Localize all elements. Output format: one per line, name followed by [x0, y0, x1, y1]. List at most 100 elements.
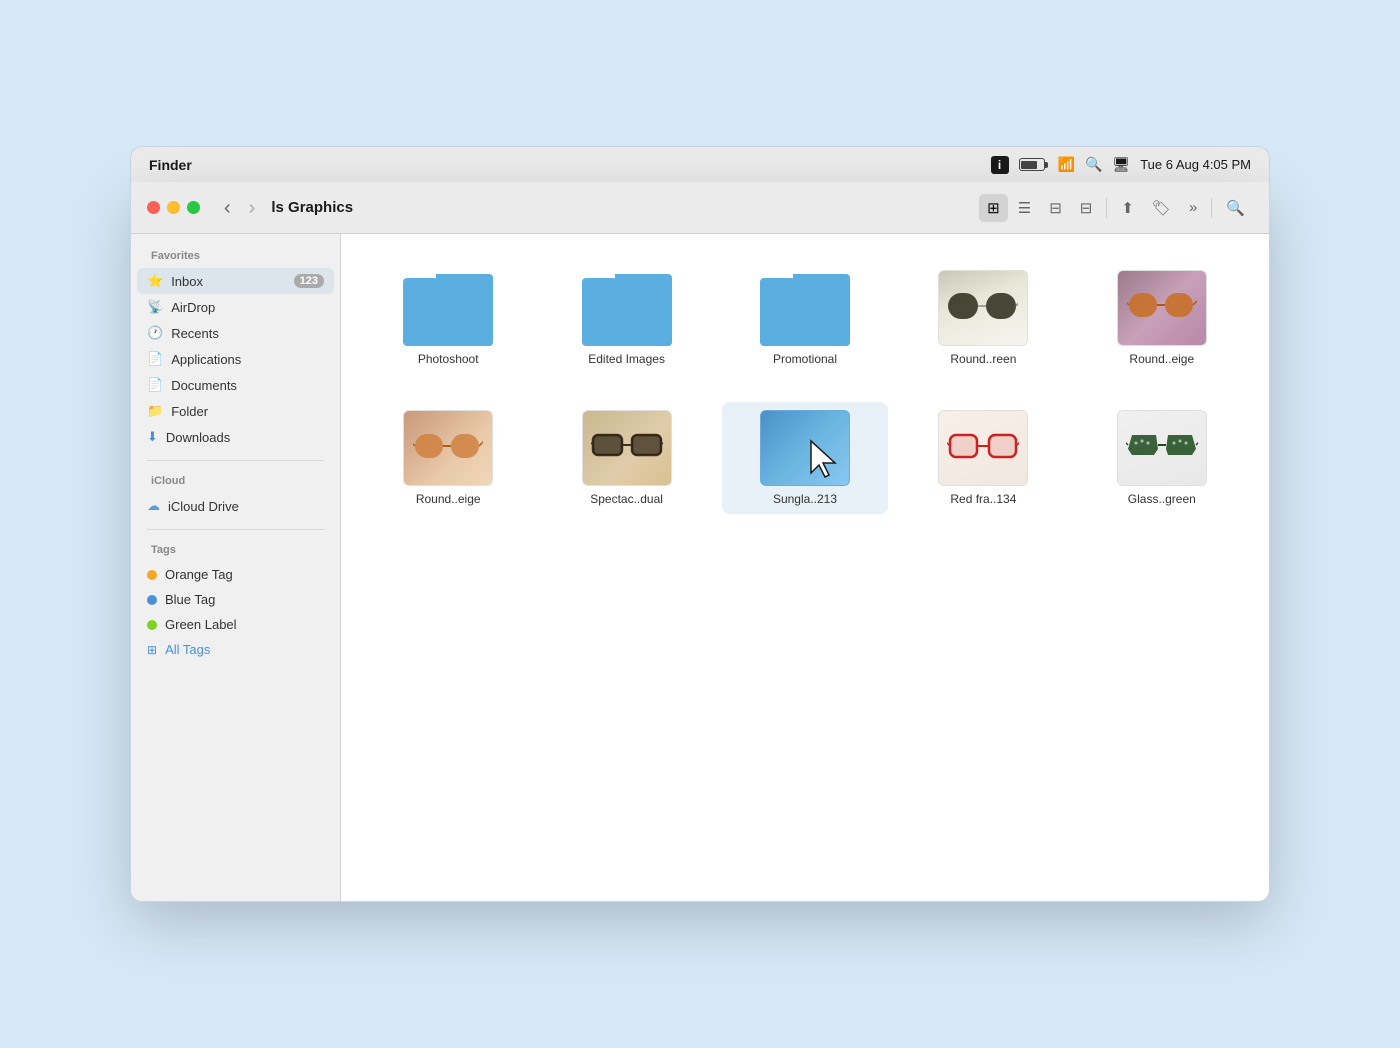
image-spectac-thumb: [582, 410, 672, 486]
sidebar-item-documents[interactable]: 📄 Documents: [137, 372, 334, 398]
sidebar: Favorites ⭐ Inbox 123 📡 AirDrop 🕐 Recent…: [131, 234, 341, 901]
wifi-icon: 📶: [1058, 156, 1075, 173]
sidebar-item-airdrop[interactable]: 📡 AirDrop: [137, 294, 334, 320]
image-redfra-thumb: [938, 410, 1028, 486]
close-button[interactable]: [147, 201, 160, 214]
list-item[interactable]: Photoshoot: [365, 262, 531, 374]
file-label: Glass..green: [1128, 492, 1196, 506]
file-grid: Photoshoot Edited Images: [365, 262, 1245, 514]
sidebar-item-icloud-drive[interactable]: ☁ iCloud Drive: [137, 493, 334, 519]
airdrop-icon: 📡: [147, 299, 163, 315]
list-item[interactable]: Red fra..134: [900, 402, 1066, 514]
info-icon[interactable]: i: [991, 156, 1009, 174]
blue-tag-dot: [147, 595, 157, 605]
sidebar-item-recents-label: Recents: [171, 326, 324, 341]
sidebar-item-green-label[interactable]: Green Label: [137, 612, 334, 637]
list-item[interactable]: Edited Images: [543, 262, 709, 374]
file-label: Photoshoot: [418, 352, 479, 366]
sidebar-item-all-tags[interactable]: ⊞ All Tags: [137, 637, 334, 662]
forward-button[interactable]: ›: [243, 196, 262, 220]
favorites-section-title: Favorites: [131, 246, 340, 268]
sidebar-item-applications-label: Applications: [171, 352, 324, 367]
folder-photoshoot-icon: [403, 270, 493, 346]
icon-view-button[interactable]: ⊞: [979, 194, 1008, 222]
column-view-button[interactable]: ⊟: [1041, 194, 1070, 222]
image-round-green-thumb: [938, 270, 1028, 346]
toolbar-actions: ⊞ ☰ ⊟ ⊟ ⬆ 🏷 » 🔍: [979, 194, 1253, 222]
file-label: Red fra..134: [950, 492, 1016, 506]
list-item[interactable]: Round..eige: [1079, 262, 1245, 374]
finder-window: ‹ › ls Graphics ⊞ ☰ ⊟ ⊟ ⬆ 🏷 » 🔍 Favorite…: [130, 182, 1270, 902]
sidebar-item-icloud-label: iCloud Drive: [168, 499, 324, 514]
icloud-section-title: iCloud: [131, 471, 340, 493]
list-item[interactable]: Spectac..dual: [543, 402, 709, 514]
list-item[interactable]: Round..reen: [900, 262, 1066, 374]
back-button[interactable]: ‹: [218, 196, 237, 220]
green-tag-dot: [147, 620, 157, 630]
documents-icon: 📄: [147, 377, 163, 393]
display-icon: 🖥: [1112, 156, 1130, 173]
downloads-icon: ⬇: [147, 429, 158, 445]
sidebar-item-documents-label: Documents: [171, 378, 324, 393]
green-label-label: Green Label: [165, 617, 237, 632]
file-label: Round..eige: [416, 492, 481, 506]
all-tags-label: All Tags: [165, 642, 210, 657]
all-tags-icon: ⊞: [147, 643, 157, 657]
file-label: Edited Images: [588, 352, 665, 366]
menu-datetime: Tue 6 Aug 4:05 PM: [1140, 157, 1251, 172]
file-label: Round..eige: [1129, 352, 1194, 366]
sidebar-item-airdrop-label: AirDrop: [171, 300, 324, 315]
sidebar-item-applications[interactable]: 📄 Applications: [137, 346, 334, 372]
sidebar-item-folder-label: Folder: [171, 404, 324, 419]
file-label: Sungla..213: [773, 492, 837, 506]
menu-bar: Finder i 📶 🔍 🖥 Tue 6 Aug 4:05 PM: [130, 146, 1270, 182]
list-item[interactable]: Promotional: [722, 262, 888, 374]
folder-edited-icon: [582, 270, 672, 346]
toolbar-search-button[interactable]: 🔍: [1218, 194, 1253, 222]
folder-promotional-icon: [760, 270, 850, 346]
menu-bar-right: i 📶 🔍 🖥 Tue 6 Aug 4:05 PM: [991, 156, 1251, 174]
maximize-button[interactable]: [187, 201, 200, 214]
sidebar-item-folder[interactable]: 📁 Folder: [137, 398, 334, 424]
traffic-lights: [147, 201, 200, 214]
sidebar-item-downloads-label: Downloads: [166, 430, 324, 445]
file-label: Promotional: [773, 352, 837, 366]
list-item[interactable]: Round..eige: [365, 402, 531, 514]
tags-button[interactable]: 🏷: [1144, 194, 1179, 222]
list-item[interactable]: Glass..green: [1079, 402, 1245, 514]
sidebar-item-inbox-label: Inbox: [171, 274, 285, 289]
minimize-button[interactable]: [167, 201, 180, 214]
gallery-view-button[interactable]: ⊟: [1072, 194, 1101, 222]
orange-tag-label: Orange Tag: [165, 567, 233, 582]
inbox-badge: 123: [294, 274, 324, 288]
inbox-icon: ⭐: [147, 273, 163, 289]
icloud-icon: ☁: [147, 498, 160, 514]
file-label: Spectac..dual: [590, 492, 663, 506]
sidebar-item-inbox[interactable]: ⭐ Inbox 123: [137, 268, 334, 294]
file-label: Round..reen: [950, 352, 1016, 366]
sidebar-item-blue-tag[interactable]: Blue Tag: [137, 587, 334, 612]
search-icon[interactable]: 🔍: [1085, 156, 1102, 173]
recents-icon: 🕐: [147, 325, 163, 341]
folder-sidebar-icon: 📁: [147, 403, 163, 419]
image-sungla-thumb: [760, 410, 850, 486]
sidebar-item-downloads[interactable]: ⬇ Downloads: [137, 424, 334, 450]
image-round-beige2-thumb: [403, 410, 493, 486]
content-area: Favorites ⭐ Inbox 123 📡 AirDrop 🕐 Recent…: [131, 234, 1269, 901]
list-item[interactable]: Sungla..213: [722, 402, 888, 514]
toolbar: ‹ › ls Graphics ⊞ ☰ ⊟ ⊟ ⬆ 🏷 » 🔍: [131, 182, 1269, 234]
list-view-button[interactable]: ☰: [1010, 194, 1039, 222]
more-button[interactable]: »: [1181, 194, 1205, 221]
app-name: Finder: [149, 157, 192, 173]
sidebar-item-orange-tag[interactable]: Orange Tag: [137, 562, 334, 587]
image-round-beige-thumb: [1117, 270, 1207, 346]
battery-icon: [1019, 158, 1048, 171]
blue-tag-label: Blue Tag: [165, 592, 215, 607]
image-glassgreen-thumb: [1117, 410, 1207, 486]
main-content: Photoshoot Edited Images: [341, 234, 1269, 901]
current-path: ls Graphics: [271, 199, 973, 216]
applications-icon: 📄: [147, 351, 163, 367]
share-button[interactable]: ⬆: [1113, 194, 1142, 222]
sidebar-item-recents[interactable]: 🕐 Recents: [137, 320, 334, 346]
tags-section-title: Tags: [131, 540, 340, 562]
